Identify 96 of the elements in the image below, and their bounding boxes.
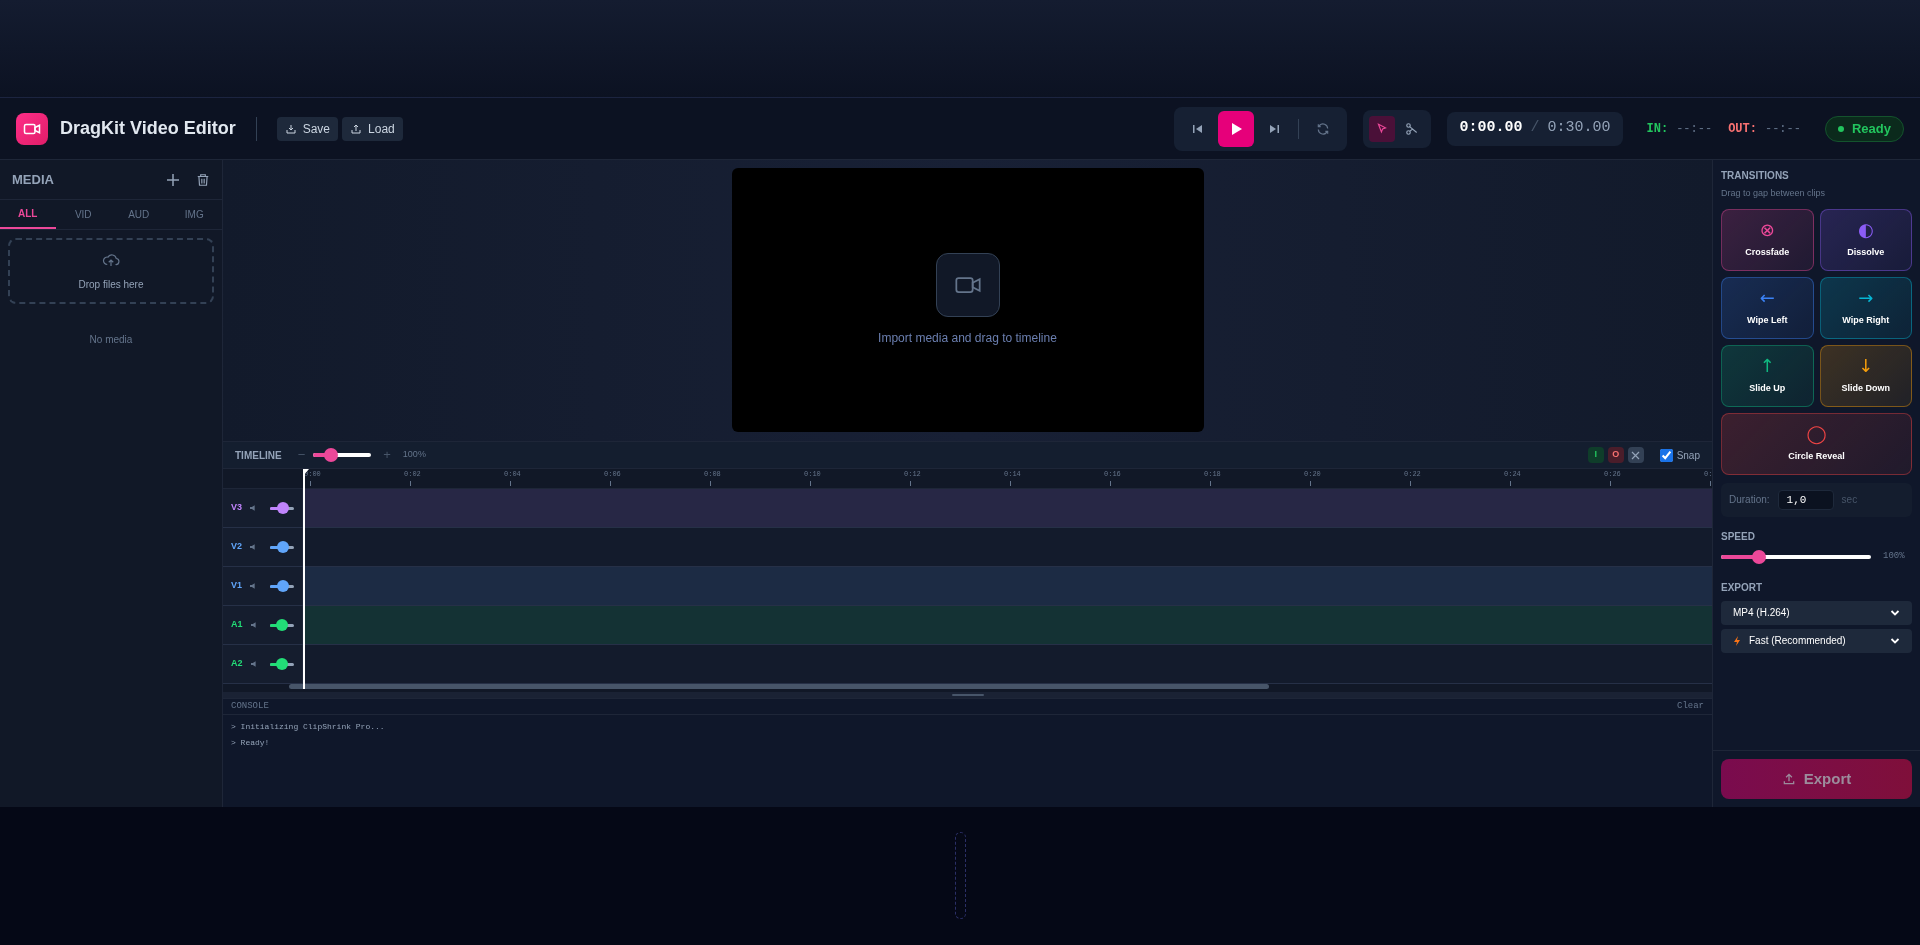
transition-button[interactable]: ⊗ Crossfade: [1721, 208, 1814, 271]
loop-icon: [1316, 121, 1331, 136]
play-button[interactable]: [1218, 110, 1255, 147]
zoom-reading: 100%: [402, 448, 426, 462]
lightning-icon: [1733, 635, 1741, 646]
duration-field[interactable]: 1,0: [1777, 489, 1834, 510]
status-badge: Ready: [1824, 115, 1904, 142]
delete-icon[interactable]: [196, 172, 210, 187]
preset-select[interactable]: Fast (Recommended): [1721, 628, 1912, 653]
media-tab[interactable]: IMG: [166, 200, 222, 229]
transition-label: Wipe Right: [1842, 313, 1890, 327]
speed-reading: 100%: [1883, 549, 1905, 563]
transition-symbol: ←: [1759, 287, 1775, 308]
add-icon[interactable]: [166, 172, 180, 187]
in-value: --:--: [1676, 120, 1713, 138]
transition-label: Slide Down: [1841, 381, 1890, 395]
zoom-slider[interactable]: [313, 448, 372, 462]
clear-markers-button[interactable]: [1627, 447, 1644, 463]
snap-label: Snap: [1676, 448, 1700, 463]
volume-slider[interactable]: [269, 502, 294, 514]
duration-label: Duration:: [1729, 493, 1770, 507]
time-separator: /: [1530, 118, 1540, 139]
play-icon: [1229, 121, 1244, 136]
transition-label: Slide Up: [1749, 381, 1786, 395]
transition-label: Dissolve: [1847, 245, 1885, 259]
app-title: DragKit Video Editor: [60, 117, 236, 140]
empty-message: No media: [88, 333, 134, 347]
mark-out-button[interactable]: O: [1607, 447, 1624, 463]
skip-forward-icon: [1268, 122, 1281, 135]
speaker-icon[interactable]: [250, 621, 258, 629]
speaker-icon[interactable]: [250, 660, 258, 668]
load-button[interactable]: Load: [342, 116, 403, 141]
format-select[interactable]: MP4 (H.264): [1721, 600, 1912, 625]
transition-button[interactable]: ↓ Slide Down: [1819, 344, 1912, 407]
in-label: IN:: [1646, 120, 1669, 138]
speed-slider[interactable]: [1721, 549, 1871, 564]
section-title: TRANSITIONS: [1721, 169, 1790, 183]
timeline-title: TIMELINE: [235, 448, 282, 463]
skip-back-icon: [1192, 122, 1205, 135]
speaker-icon[interactable]: [250, 504, 258, 512]
section-title: SPEED: [1721, 529, 1756, 544]
resize-handle[interactable]: [951, 694, 984, 696]
speaker-icon[interactable]: [250, 543, 258, 551]
track-name: V1: [231, 579, 243, 593]
select-tool-button[interactable]: [1369, 115, 1396, 142]
section-hint: Drag to gap between clips: [1721, 187, 1827, 200]
track-name: A1: [231, 618, 243, 632]
transition-button[interactable]: ← Wipe Left: [1721, 276, 1814, 339]
volume-slider[interactable]: [269, 619, 294, 631]
console-line: > Ready!: [231, 737, 271, 749]
close-icon: [1631, 450, 1641, 460]
upload-icon: [350, 122, 363, 135]
transition-symbol: ◯: [1806, 423, 1827, 444]
total-time: 0:30.00: [1547, 118, 1611, 139]
transition-symbol: ◐: [1857, 219, 1874, 240]
clear-console-button[interactable]: Clear: [1677, 699, 1704, 714]
preview-message: Import media and drag to timeline: [878, 330, 1057, 347]
track-name: A2: [231, 657, 243, 671]
transition-label: Circle Reveal: [1788, 449, 1845, 463]
transition-label: Crossfade: [1745, 245, 1790, 259]
app-logo: [16, 112, 48, 145]
panel-title: MEDIA: [12, 170, 55, 189]
duration-unit: sec: [1841, 493, 1858, 507]
transition-symbol: ↑: [1759, 355, 1775, 376]
media-tab[interactable]: VID: [55, 200, 111, 229]
mark-in-button[interactable]: I: [1587, 447, 1604, 463]
save-button[interactable]: Save: [276, 116, 339, 141]
drop-zone[interactable]: Drop files here: [8, 238, 214, 304]
transition-symbol: ⊗: [1759, 219, 1775, 240]
console-title: CONSOLE: [231, 699, 270, 713]
volume-slider[interactable]: [269, 541, 294, 553]
snap-checkbox[interactable]: [1659, 448, 1673, 462]
transition-button[interactable]: → Wipe Right: [1819, 276, 1912, 339]
out-value: --:--: [1764, 120, 1801, 138]
out-label: OUT:: [1728, 120, 1757, 138]
scissors-icon: [1405, 121, 1420, 136]
track-name: V3: [231, 501, 243, 515]
track-name: V2: [231, 540, 243, 554]
transition-symbol: ↓: [1858, 355, 1874, 376]
transition-button[interactable]: ◯ Circle Reveal: [1721, 412, 1912, 475]
volume-slider[interactable]: [269, 580, 294, 592]
upload-icon: [1781, 772, 1796, 786]
video-placeholder-icon: [935, 253, 1000, 317]
speaker-icon[interactable]: [250, 582, 258, 590]
scrollbar-thumb[interactable]: [289, 684, 1269, 689]
transition-symbol: →: [1858, 287, 1874, 308]
transition-button[interactable]: ◐ Dissolve: [1819, 208, 1912, 271]
download-icon: [284, 122, 297, 135]
transition-button[interactable]: ↑ Slide Up: [1721, 344, 1814, 407]
current-time: 0:00.00: [1459, 118, 1523, 139]
section-title: EXPORT: [1721, 580, 1764, 595]
transition-label: Wipe Left: [1747, 313, 1788, 327]
volume-slider[interactable]: [269, 658, 294, 670]
media-tab[interactable]: ALL: [0, 200, 56, 229]
console-line: > Initializing ClipShrink Pro...: [231, 721, 386, 733]
media-tab[interactable]: AUD: [111, 200, 167, 229]
